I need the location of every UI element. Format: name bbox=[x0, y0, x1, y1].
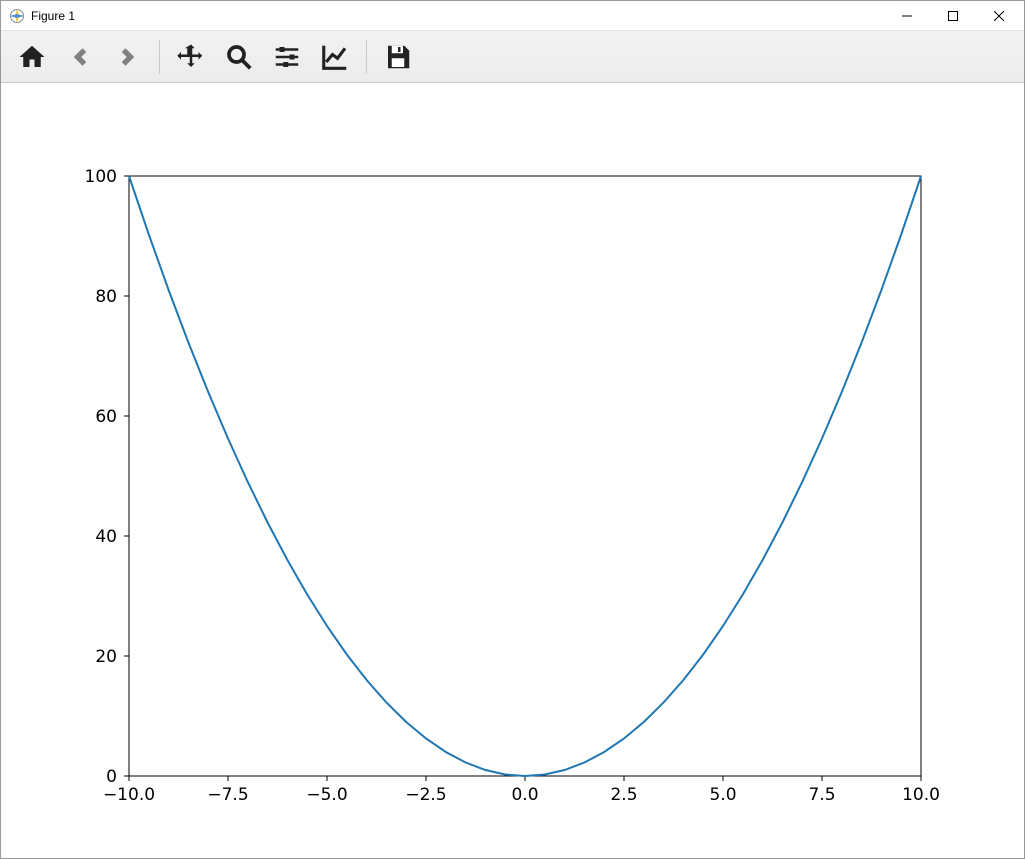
back-button[interactable] bbox=[59, 36, 101, 78]
y-tick-label: 20 bbox=[95, 647, 117, 667]
y-tick-label: 60 bbox=[95, 407, 117, 427]
y-tick-label: 100 bbox=[85, 167, 117, 187]
app-icon bbox=[9, 8, 25, 24]
x-tick-label: −5.0 bbox=[306, 785, 347, 805]
close-button[interactable] bbox=[976, 1, 1022, 31]
save-icon bbox=[383, 42, 413, 72]
arrow-left-icon bbox=[65, 42, 95, 72]
search-icon bbox=[224, 42, 254, 72]
x-tick-label: −2.5 bbox=[405, 785, 446, 805]
maximize-button[interactable] bbox=[930, 1, 976, 31]
home-button[interactable] bbox=[11, 36, 53, 78]
x-tick-label: 10.0 bbox=[902, 785, 940, 805]
series-line bbox=[129, 176, 921, 776]
forward-button[interactable] bbox=[107, 36, 149, 78]
plot-canvas[interactable]: −10.0 −7.5 −5.0 −2.5 0.0 2.5 5.0 7.5 10.0 0 20 40 60… bbox=[1, 83, 1024, 858]
move-icon bbox=[176, 42, 206, 72]
sliders-icon bbox=[272, 42, 302, 72]
pan-button[interactable] bbox=[170, 36, 212, 78]
chart-line-icon bbox=[320, 42, 350, 72]
x-tick-label: 2.5 bbox=[610, 785, 637, 805]
window-title: Figure 1 bbox=[31, 9, 75, 23]
configure-subplots-button[interactable] bbox=[266, 36, 308, 78]
x-tick-label: −10.0 bbox=[103, 785, 155, 805]
y-tick-label: 80 bbox=[95, 287, 117, 307]
edit-axes-button[interactable] bbox=[314, 36, 356, 78]
y-tick-label: 0 bbox=[106, 767, 117, 787]
toolbar bbox=[1, 31, 1024, 83]
x-tick-label: −7.5 bbox=[207, 785, 248, 805]
minimize-button[interactable] bbox=[884, 1, 930, 31]
save-button[interactable] bbox=[377, 36, 419, 78]
plot-svg: −10.0 −7.5 −5.0 −2.5 0.0 2.5 5.0 7.5 10.0 0 20 40 60… bbox=[1, 83, 1024, 858]
titlebar: Figure 1 bbox=[1, 1, 1024, 31]
x-tick-label: 0.0 bbox=[511, 785, 538, 805]
toolbar-separator bbox=[366, 40, 367, 74]
home-icon bbox=[17, 42, 47, 72]
x-tick-label: 5.0 bbox=[709, 785, 736, 805]
arrow-right-icon bbox=[113, 42, 143, 72]
toolbar-separator bbox=[159, 40, 160, 74]
y-tick-label: 40 bbox=[95, 527, 117, 547]
zoom-button[interactable] bbox=[218, 36, 260, 78]
x-tick-label: 7.5 bbox=[808, 785, 835, 805]
